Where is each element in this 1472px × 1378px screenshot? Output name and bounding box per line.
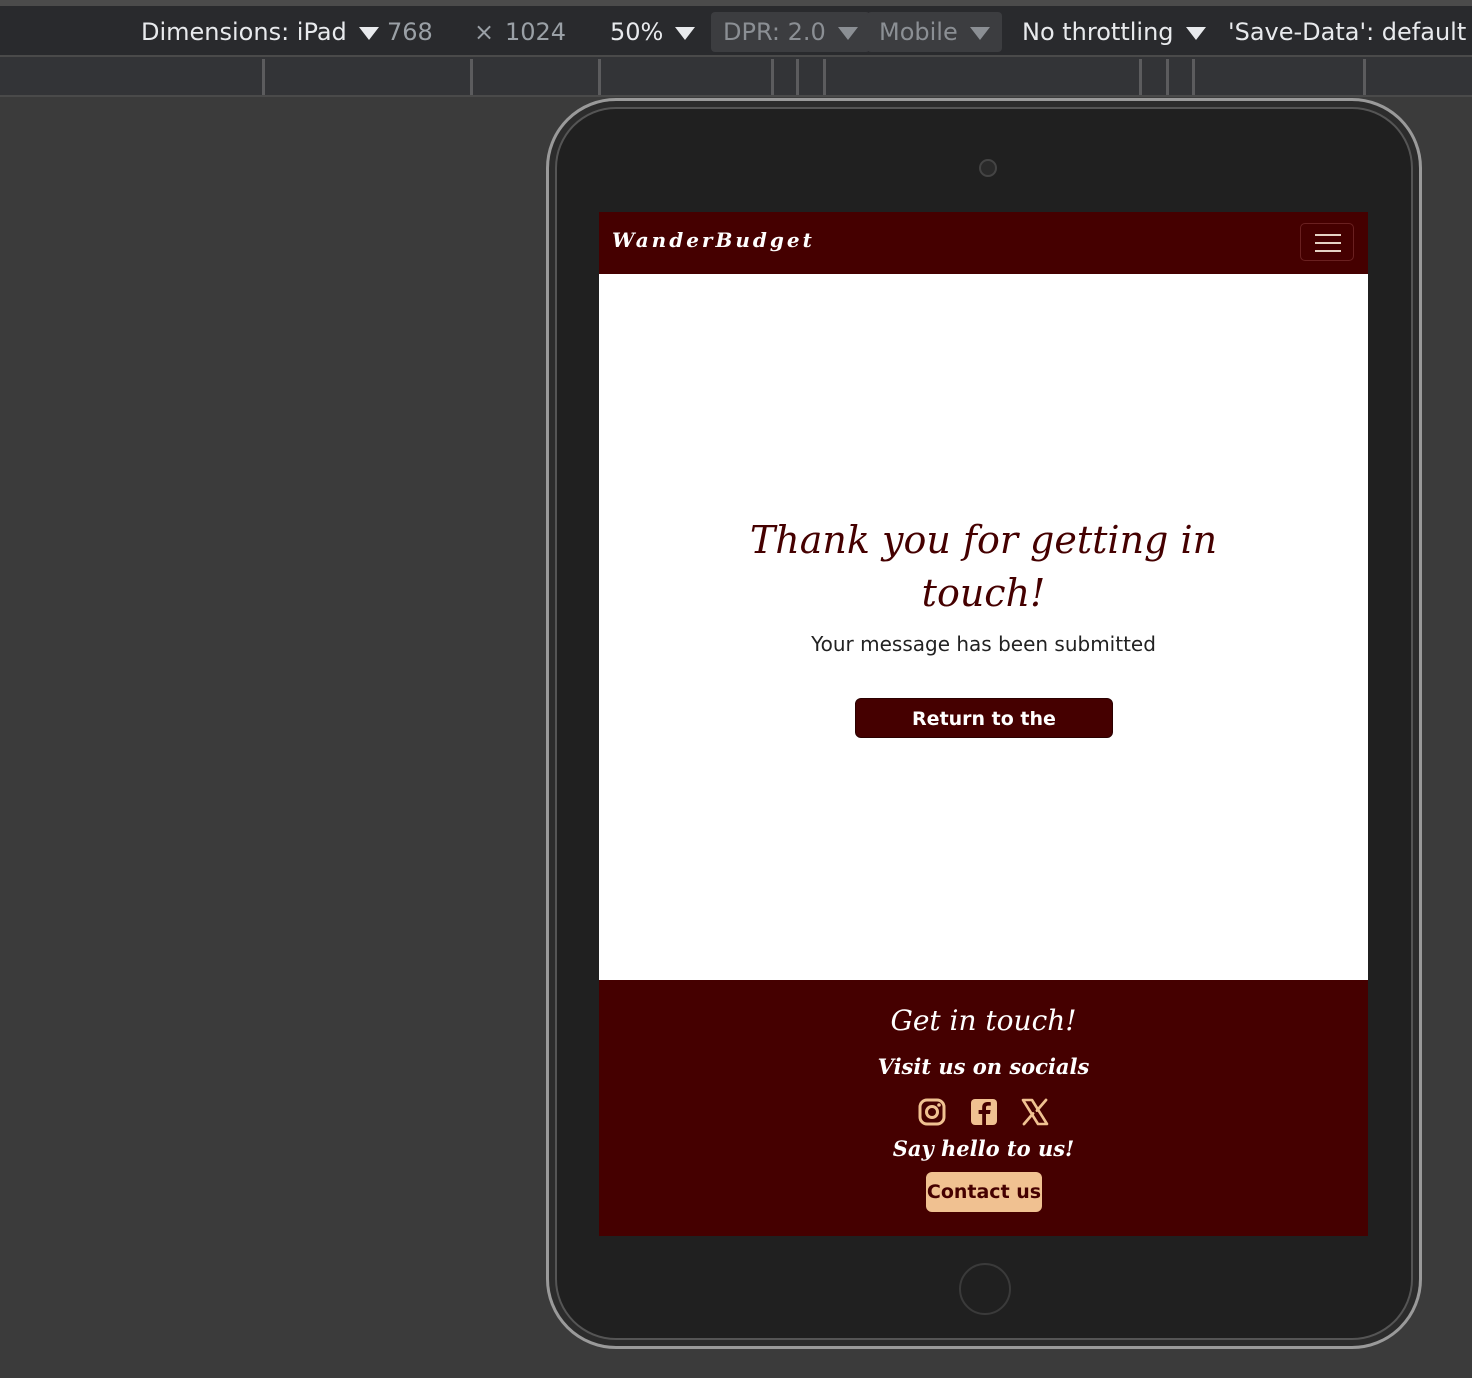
width-input[interactable]: 768 [387, 18, 433, 46]
ruler-tick[interactable] [262, 59, 265, 95]
hello-label: Say hello to us! [892, 1136, 1075, 1161]
zoom-select[interactable]: 50% [610, 18, 696, 46]
return-home-button[interactable]: Return to the Homepage [855, 698, 1113, 770]
chevron-down-icon [675, 26, 696, 40]
brand-logo[interactable]: WanderBudget [612, 228, 815, 252]
socials-label: Visit us on socials [877, 1054, 1090, 1079]
page-title: Thank you for getting in touch! [599, 514, 1368, 620]
chevron-down-icon [1185, 26, 1206, 40]
throttling-label: No throttling [1022, 18, 1174, 46]
media-query-ruler[interactable] [0, 57, 1472, 97]
dimensions-label: Dimensions: iPad [141, 18, 347, 46]
ruler-tick[interactable] [1166, 59, 1169, 95]
social-links [599, 1097, 1368, 1129]
device-viewport: WanderBudget Thank you for getting in to… [599, 212, 1368, 1236]
save-data-select[interactable]: 'Save-Data': default [1228, 18, 1472, 46]
dpr-label: DPR: 2.0 [723, 18, 826, 46]
hamburger-icon [1315, 234, 1341, 236]
footer: Get in touch! Visit us on socials Say he… [599, 980, 1368, 1236]
navbar: WanderBudget [599, 212, 1368, 274]
facebook-icon[interactable] [969, 1097, 999, 1127]
zoom-label: 50% [610, 18, 664, 46]
dimensions-select[interactable]: Dimensions: iPad [141, 18, 379, 46]
ruler-tick[interactable] [1363, 59, 1366, 95]
chevron-down-icon [358, 26, 379, 40]
device-type-select[interactable]: Mobile [867, 12, 1002, 52]
devtools-device-toolbar: Dimensions: iPad 768 × 1024 50% DPR: 2.0… [0, 0, 1472, 57]
ruler-tick[interactable] [1192, 59, 1195, 95]
camera-icon [979, 159, 997, 177]
hamburger-icon [1315, 242, 1341, 244]
x-twitter-icon[interactable] [1020, 1097, 1050, 1127]
ruler-tick[interactable] [823, 59, 826, 95]
height-input[interactable]: 1024 [505, 18, 566, 46]
footer-heading: Get in touch! [890, 1004, 1077, 1037]
navbar-toggler-button[interactable] [1300, 223, 1354, 261]
device-type-label: Mobile [879, 18, 958, 46]
ruler-tick[interactable] [1139, 59, 1142, 95]
save-data-label: 'Save-Data': default [1228, 18, 1467, 46]
chevron-down-icon [969, 26, 990, 40]
chevron-down-icon [837, 26, 858, 40]
instagram-icon[interactable] [917, 1097, 947, 1127]
ruler-tick[interactable] [470, 59, 473, 95]
home-button-icon [959, 1263, 1011, 1315]
ruler-tick[interactable] [796, 59, 799, 95]
contact-us-button[interactable]: Contact us [926, 1172, 1042, 1212]
throttling-select[interactable]: No throttling [1022, 18, 1206, 46]
page-title-line1: Thank you for getting in [749, 518, 1218, 562]
times-icon: × [474, 18, 495, 46]
ruler-tick[interactable] [598, 59, 601, 95]
dpr-select[interactable]: DPR: 2.0 [711, 12, 870, 52]
page-title-line2: touch! [921, 571, 1046, 615]
submission-message: Your message has been submitted [811, 632, 1156, 656]
ruler-tick[interactable] [771, 59, 774, 95]
hamburger-icon [1315, 250, 1341, 252]
